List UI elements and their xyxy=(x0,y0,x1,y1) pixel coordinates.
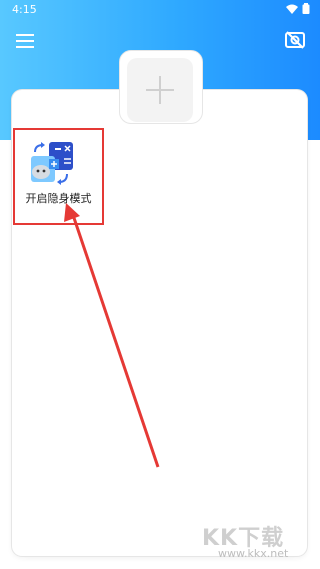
watermark-url: www.kkx.net xyxy=(218,547,289,560)
watermark: KK下载 www.kkx.net xyxy=(198,520,318,566)
annotation-arrow xyxy=(64,203,160,468)
